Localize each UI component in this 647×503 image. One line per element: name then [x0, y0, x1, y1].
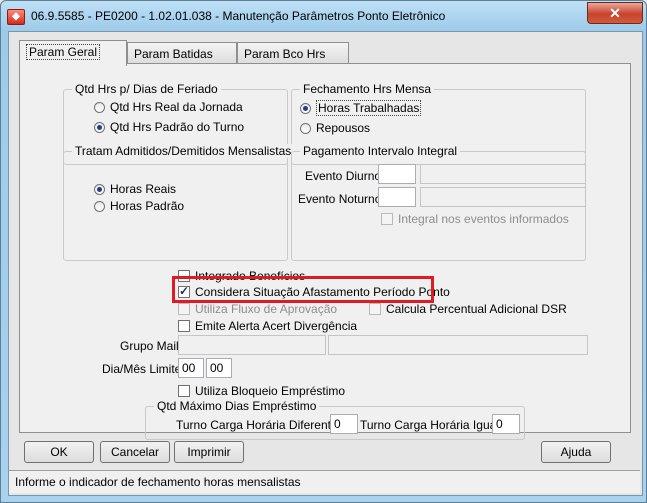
radio-label: Horas Padrão	[110, 199, 185, 213]
radio-icon[interactable]	[94, 101, 105, 113]
checkbox-icon[interactable]	[369, 303, 381, 315]
group-title: Qtd Máximo Dias Empréstimo	[154, 399, 320, 413]
radio-label: Qtd Hrs Padrão do Turno	[110, 120, 245, 134]
evento-noturno-desc	[420, 187, 586, 207]
turno-igual-field[interactable]: 0	[492, 414, 520, 434]
group-title: Tratam Admitidos/Demitidos Mensalistas	[72, 144, 295, 158]
dia-mes-limite-label: Dia/Mês Limite:	[102, 362, 185, 376]
radio-label: Horas Trabalhadas	[316, 100, 422, 116]
grupo-mail-field[interactable]	[178, 335, 326, 355]
checkbox-label: Utiliza Fluxo de Aprovação	[195, 302, 338, 316]
check-utiliza-bloqueio[interactable]: Utiliza Bloqueio Empréstimo	[178, 384, 345, 398]
turno-igual-label: Turno Carga Horária Igual:	[360, 418, 503, 432]
checkbox-icon[interactable]	[178, 320, 190, 332]
grupo-mail-desc	[328, 335, 588, 355]
mes-limite-field[interactable]: 00	[206, 358, 232, 378]
checkbox-label: Integral nos eventos informados	[398, 212, 569, 226]
evento-diurno-label: Evento Diurno:	[305, 169, 385, 183]
help-button[interactable]: Ajuda	[541, 441, 611, 463]
radio-icon[interactable]	[300, 122, 311, 134]
evento-noturno-field[interactable]	[378, 187, 416, 207]
grupo-mail-label: Grupo Mail:	[120, 339, 183, 353]
red-highlight-box	[172, 276, 434, 303]
radio-horas-trabalhadas[interactable]: Horas Trabalhadas	[300, 100, 422, 116]
radio-qtd-hrs-padrao[interactable]: Qtd Hrs Padrão do Turno	[94, 120, 244, 134]
tab-param-geral[interactable]: Param Geral	[19, 40, 127, 66]
checkbox-label: Utiliza Bloqueio Empréstimo	[195, 384, 346, 398]
checkbox-icon[interactable]	[178, 385, 190, 397]
radio-horas-reais[interactable]: Horas Reais	[94, 182, 176, 196]
tab-page-param-geral: Qtd Hrs p/ Dias de Feriado Qtd Hrs Real …	[19, 63, 631, 440]
checkbox-label: Emite Alerta Acert Divergência	[195, 319, 358, 333]
radio-label: Qtd Hrs Real da Jornada	[110, 100, 243, 114]
evento-diurno-field[interactable]	[378, 164, 416, 184]
tab-label: Param Geral	[26, 44, 101, 60]
turno-diferente-label: Turno Carga Horária Diferente:	[176, 418, 341, 432]
check-calcula-percentual[interactable]: Calcula Percentual Adicional DSR	[369, 302, 567, 316]
button-bar: OK Cancelar Imprimir Ajuda	[19, 438, 631, 468]
group-title: Pagamento Intervalo Integral	[300, 144, 461, 158]
radio-horas-padrao[interactable]: Horas Padrão	[94, 199, 184, 213]
group-admitidos-demitidos: Tratam Admitidos/Demitidos Mensalistas H…	[63, 144, 295, 261]
checkbox-label: Calcula Percentual Adicional DSR	[386, 302, 567, 316]
radio-label: Repousos	[316, 121, 371, 135]
checkbox-icon[interactable]	[381, 213, 393, 225]
tab-param-bco-hrs[interactable]: Param Bco Hrs	[237, 42, 349, 64]
radio-label: Horas Reais	[110, 182, 177, 196]
evento-noturno-label: Evento Noturno:	[298, 192, 385, 206]
check-emite-alerta[interactable]: Emite Alerta Acert Divergência	[178, 319, 357, 333]
tab-label: Param Batidas	[134, 47, 213, 61]
check-utiliza-fluxo[interactable]: Utiliza Fluxo de Aprovação	[178, 302, 337, 316]
ok-button[interactable]: OK	[24, 441, 94, 463]
checkbox-icon[interactable]	[178, 303, 190, 315]
tab-label: Param Bco Hrs	[244, 47, 326, 61]
turno-diferente-field[interactable]: 0	[330, 414, 358, 434]
dia-limite-field[interactable]: 00	[178, 358, 204, 378]
print-button[interactable]: Imprimir	[174, 441, 244, 463]
status-bar: Informe o indicador de fechamento horas …	[9, 470, 640, 493]
radio-icon[interactable]	[94, 183, 105, 195]
window-frame: ◆ 06.9.5585 - PE0200 - 1.02.01.038 - Man…	[0, 0, 647, 503]
cancel-button[interactable]: Cancelar	[100, 441, 170, 463]
app-icon: ◆	[7, 9, 25, 25]
radio-icon[interactable]	[300, 102, 311, 114]
radio-qtd-hrs-real[interactable]: Qtd Hrs Real da Jornada	[94, 100, 243, 114]
dialog-client: Param Geral Param Batidas Param Bco Hrs …	[8, 31, 643, 496]
check-integral-eventos[interactable]: Integral nos eventos informados	[381, 212, 569, 226]
group-title: Qtd Hrs p/ Dias de Feriado	[72, 82, 221, 96]
group-title: Fechamento Hrs Mensa	[300, 82, 435, 96]
close-button[interactable]: ✕	[587, 2, 643, 24]
radio-repousos[interactable]: Repousos	[300, 121, 370, 135]
title-bar: ◆ 06.9.5585 - PE0200 - 1.02.01.038 - Man…	[1, 1, 646, 31]
radio-icon[interactable]	[94, 200, 105, 212]
evento-diurno-desc	[420, 164, 586, 184]
window-title: 06.9.5585 - PE0200 - 1.02.01.038 - Manut…	[31, 9, 446, 23]
radio-icon[interactable]	[94, 121, 105, 133]
tab-param-batidas[interactable]: Param Batidas	[127, 42, 237, 64]
